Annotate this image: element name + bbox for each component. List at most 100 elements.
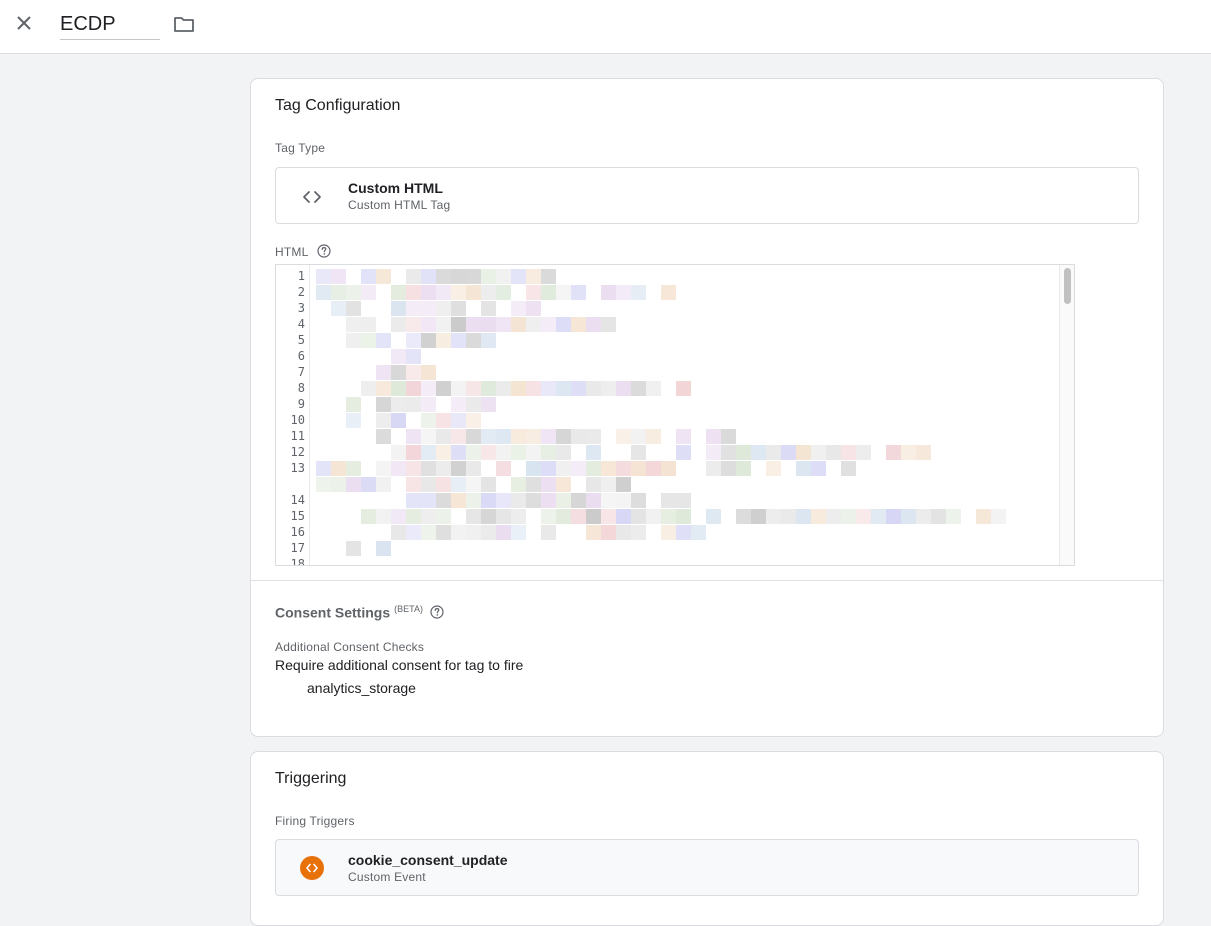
code-pixel-block xyxy=(421,445,436,460)
tag-configuration-card[interactable]: Tag Configuration Tag Type Custom HTML C… xyxy=(250,78,1164,737)
code-pixel-block xyxy=(376,333,391,348)
code-pixel-block xyxy=(391,301,406,316)
code-pixel-block xyxy=(421,317,436,332)
code-pixel-block xyxy=(376,381,391,396)
code-pixel-block xyxy=(766,445,781,460)
code-pixel-block xyxy=(511,445,526,460)
code-pixel-block xyxy=(331,301,346,316)
code-pixel-block xyxy=(496,381,511,396)
code-content[interactable] xyxy=(310,265,1060,565)
code-pixel-block xyxy=(406,397,421,412)
firing-triggers-label: Firing Triggers xyxy=(275,814,355,828)
code-pixel-block xyxy=(571,285,586,300)
code-pixel-block xyxy=(571,461,586,476)
triggering-card[interactable]: Triggering Firing Triggers cookie_consen… xyxy=(250,751,1164,926)
code-pixel-block xyxy=(511,429,526,444)
close-icon[interactable] xyxy=(12,11,36,35)
code-pixel-block xyxy=(541,285,556,300)
code-pixel-block xyxy=(886,509,901,524)
code-pixel-block xyxy=(346,413,361,428)
editor-scrollbar[interactable] xyxy=(1059,265,1074,565)
code-pixel-block xyxy=(391,317,406,332)
code-pixel-block xyxy=(616,461,631,476)
code-pixel-block xyxy=(751,445,766,460)
tag-type-selector[interactable]: Custom HTML Custom HTML Tag xyxy=(275,167,1139,224)
code-pixel-block xyxy=(511,509,526,524)
code-pixel-block xyxy=(841,461,856,476)
code-pixel-block xyxy=(421,525,436,540)
code-pixel-block xyxy=(631,429,646,444)
code-pixel-block xyxy=(541,381,556,396)
code-pixel-block xyxy=(421,397,436,412)
code-pixel-block xyxy=(691,525,706,540)
trigger-item[interactable]: cookie_consent_update Custom Event xyxy=(275,839,1139,896)
code-pixel-block xyxy=(316,269,331,284)
code-pixel-block xyxy=(466,429,481,444)
code-pixel-block xyxy=(586,525,601,540)
code-pixel-block xyxy=(346,461,361,476)
code-pixel-block xyxy=(421,269,436,284)
code-pixel-block xyxy=(496,493,511,508)
code-pixel-block xyxy=(451,525,466,540)
code-pixel-block xyxy=(346,317,361,332)
code-pixel-block xyxy=(661,525,676,540)
code-pixel-block xyxy=(481,381,496,396)
code-pixel-block xyxy=(616,381,631,396)
code-pixel-block xyxy=(346,301,361,316)
code-pixel-block xyxy=(406,493,421,508)
code-pixel-block xyxy=(586,429,601,444)
html-label: HTML xyxy=(275,245,309,259)
code-pixel-block xyxy=(541,493,556,508)
code-pixel-block xyxy=(361,285,376,300)
code-pixel-block xyxy=(991,509,1006,524)
code-pixel-block xyxy=(856,509,871,524)
html-code-editor[interactable]: 1 2 3 4 5 6 7 8 9 10 11 12 13 14 15 16 17 18 xyxy=(275,264,1075,566)
tag-name-input[interactable] xyxy=(60,10,160,40)
editor-scrollbar-thumb[interactable] xyxy=(1064,268,1071,304)
code-pixel-block xyxy=(406,429,421,444)
folder-icon[interactable] xyxy=(172,12,196,36)
code-pixel-block xyxy=(436,317,451,332)
code-pixel-block xyxy=(556,381,571,396)
code-pixel-block xyxy=(361,509,376,524)
code-pixel-block xyxy=(496,509,511,524)
code-pixel-block xyxy=(586,477,601,492)
code-pixel-block xyxy=(436,509,451,524)
code-pixel-block xyxy=(376,541,391,556)
consent-help-icon[interactable] xyxy=(430,605,444,619)
code-pixel-block xyxy=(676,509,691,524)
help-icon[interactable] xyxy=(317,244,331,258)
code-pixel-block xyxy=(631,285,646,300)
code-pixel-block xyxy=(616,493,631,508)
code-pixel-block xyxy=(826,445,841,460)
code-pixel-block xyxy=(481,269,496,284)
code-pixel-block xyxy=(616,429,631,444)
code-pixel-block xyxy=(541,269,556,284)
code-pixel-block xyxy=(331,461,346,476)
code-pixel-block xyxy=(571,493,586,508)
code-pixel-block xyxy=(406,509,421,524)
code-pixel-block xyxy=(451,269,466,284)
line-number: 6 xyxy=(297,349,305,363)
code-pixel-block xyxy=(376,477,391,492)
code-pixel-block xyxy=(436,429,451,444)
code-pixel-block xyxy=(601,461,616,476)
line-number: 3 xyxy=(297,301,305,315)
consent-settings-label: Consent Settings xyxy=(275,604,391,621)
code-pixel-block xyxy=(391,445,406,460)
code-pixel-block xyxy=(481,429,496,444)
code-pixel-block xyxy=(421,429,436,444)
code-pixel-block xyxy=(376,397,391,412)
code-pixel-block xyxy=(676,525,691,540)
line-number: 15 xyxy=(290,509,305,523)
code-pixel-block xyxy=(661,509,676,524)
trigger-name: cookie_consent_update xyxy=(348,852,508,868)
line-number: 12 xyxy=(290,445,305,459)
line-number: 10 xyxy=(290,413,305,427)
code-pixel-block xyxy=(466,413,481,428)
tag-type-name: Custom HTML xyxy=(348,180,443,196)
code-pixel-block xyxy=(751,509,766,524)
code-pixel-block xyxy=(616,477,631,492)
code-pixel-block xyxy=(541,509,556,524)
code-pixel-block xyxy=(436,333,451,348)
